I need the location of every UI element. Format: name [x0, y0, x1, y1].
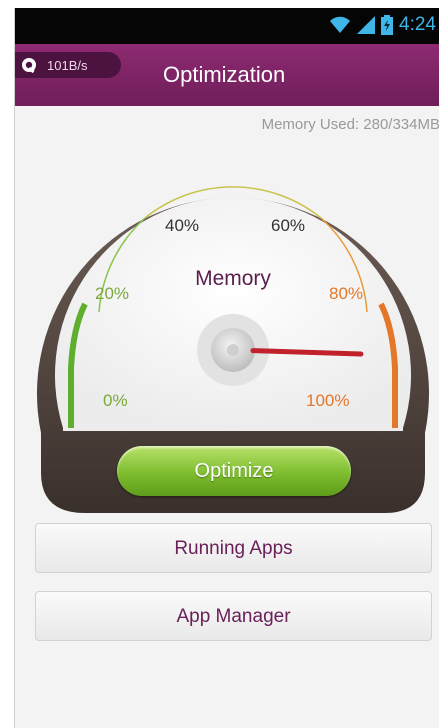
- running-apps-button[interactable]: Running Apps: [35, 523, 432, 573]
- title-bar: 101B/s Optimization: [15, 44, 439, 106]
- optimize-button[interactable]: Optimize: [117, 446, 351, 496]
- q-logo-icon: [22, 58, 36, 73]
- network-speed: 101B/s: [47, 57, 88, 73]
- page-title: Optimization: [163, 62, 286, 87]
- app-frame: 4:24 101B/s Optimization Memory Used: 28…: [14, 8, 439, 728]
- gauge-hub-center: [227, 344, 239, 356]
- signal-icon: [357, 16, 376, 34]
- wifi-icon: [330, 16, 351, 33]
- status-bar: 4:24: [15, 8, 439, 44]
- tick-label-20: 20%: [95, 284, 129, 303]
- tick-label-60: 60%: [271, 216, 305, 235]
- status-time: 4:24: [399, 14, 436, 35]
- network-speed-pill[interactable]: 101B/s: [15, 52, 121, 78]
- battery-icon: [381, 15, 394, 35]
- tick-label-100: 100%: [306, 391, 349, 410]
- app-manager-button[interactable]: App Manager: [35, 591, 432, 641]
- gauge-needle: [250, 348, 364, 357]
- tick-label-80: 80%: [329, 284, 363, 303]
- gauge-title: Memory: [195, 267, 271, 290]
- tick-label-40: 40%: [165, 216, 199, 235]
- tick-label-0: 0%: [103, 391, 128, 410]
- status-icons: 4:24: [329, 14, 436, 36]
